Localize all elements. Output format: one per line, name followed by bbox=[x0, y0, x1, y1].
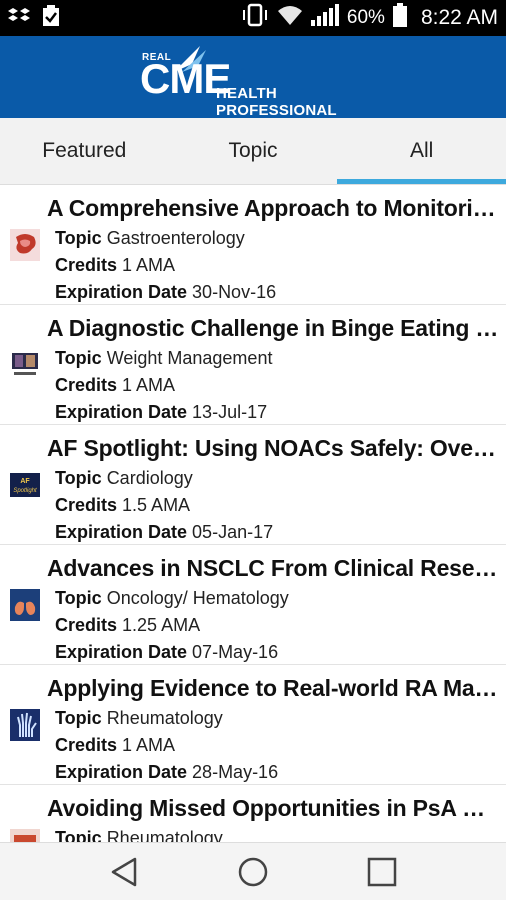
course-title: Applying Evidence to Real-world RA Manag… bbox=[47, 675, 499, 701]
battery-icon bbox=[392, 3, 407, 33]
credits-label: Credits bbox=[55, 615, 118, 635]
home-circle-icon bbox=[238, 857, 268, 886]
app-header: REAL CME HEALTH PROFESSIONAL bbox=[0, 36, 506, 119]
course-title: A Comprehensive Approach to Monitoring a… bbox=[47, 195, 499, 221]
logo-subtitle: HEALTH PROFESSIONAL bbox=[216, 85, 337, 119]
home-button[interactable] bbox=[231, 850, 275, 894]
credits-label: Credits bbox=[55, 375, 118, 395]
expiration-label: Expiration Date bbox=[55, 402, 188, 422]
credits-label: Credits bbox=[55, 255, 118, 275]
course-title: AF Spotlight: Using NOACs Safely: Overvi… bbox=[47, 435, 499, 461]
app-logo: REAL CME HEALTH PROFESSIONAL bbox=[140, 44, 380, 119]
topic-value: Rheumatology bbox=[106, 828, 223, 842]
credits-value: 1 AMA bbox=[122, 735, 176, 755]
navigation-bar bbox=[0, 842, 506, 900]
dropbox-icon bbox=[8, 7, 30, 30]
topic-label: Topic bbox=[55, 228, 102, 248]
signal-icon bbox=[310, 4, 339, 32]
list-item[interactable]: Avoiding Missed Opportunities in PsA Man… bbox=[0, 785, 506, 842]
psa-thumbnail-icon bbox=[10, 829, 40, 842]
expiration-value: 13-Jul-17 bbox=[192, 402, 268, 422]
credits-value: 1.25 AMA bbox=[122, 615, 201, 635]
course-title: Advances in NSCLC From Clinical Research bbox=[47, 555, 499, 581]
expiration-value: 07-May-16 bbox=[192, 642, 279, 662]
topic-label: Topic bbox=[55, 708, 102, 728]
back-button[interactable] bbox=[102, 850, 146, 894]
credits-value: 1 AMA bbox=[122, 255, 176, 275]
wifi-icon bbox=[277, 4, 303, 32]
list-item[interactable]: Advances in NSCLC From Clinical Research… bbox=[0, 545, 506, 665]
svg-text:Spotlight: Spotlight bbox=[13, 488, 37, 494]
expiration-label: Expiration Date bbox=[55, 762, 188, 782]
recent-square-icon bbox=[367, 857, 396, 886]
credits-value: 1.5 AMA bbox=[122, 495, 191, 515]
weight-thumbnail-icon bbox=[10, 349, 40, 381]
status-time: 8:22 AM bbox=[420, 6, 498, 29]
expiration-value: 05-Jan-17 bbox=[192, 522, 274, 542]
clipboard-check-icon bbox=[42, 4, 60, 32]
svg-text:AF: AF bbox=[20, 478, 30, 485]
course-title: A Diagnostic Challenge in Binge Eating D… bbox=[47, 315, 499, 341]
expiration-label: Expiration Date bbox=[55, 642, 188, 662]
credits-label: Credits bbox=[55, 495, 118, 515]
status-bar: 60% 8:22 AM bbox=[0, 0, 506, 36]
list-item[interactable]: Applying Evidence to Real-world RA Manag… bbox=[0, 665, 506, 785]
credits-label: Credits bbox=[55, 735, 118, 755]
tab-featured[interactable]: Featured bbox=[0, 118, 169, 184]
hand-xray-thumbnail-icon bbox=[10, 709, 40, 741]
back-triangle-icon bbox=[112, 857, 137, 886]
topic-value: Gastroenterology bbox=[106, 228, 245, 248]
tab-all[interactable]: All bbox=[337, 118, 506, 184]
recent-apps-button[interactable] bbox=[360, 850, 404, 894]
lungs-thumbnail-icon bbox=[10, 589, 40, 621]
vibrate-icon bbox=[241, 3, 269, 33]
battery-percent: 60% bbox=[346, 7, 385, 28]
list-item[interactable]: A Diagnostic Challenge in Binge Eating D… bbox=[0, 305, 506, 425]
list-item[interactable]: AF Spotlight AF Spotlight: Using NOACs S… bbox=[0, 425, 506, 545]
expiration-label: Expiration Date bbox=[55, 282, 188, 302]
expiration-label: Expiration Date bbox=[55, 522, 188, 542]
topic-label: Topic bbox=[55, 348, 102, 368]
tab-topic[interactable]: Topic bbox=[169, 118, 338, 184]
topic-value: Rheumatology bbox=[106, 708, 223, 728]
gi-thumbnail-icon bbox=[10, 229, 40, 261]
course-title: Avoiding Missed Opportunities in PsA Man… bbox=[47, 795, 499, 821]
expiration-value: 28-May-16 bbox=[192, 762, 279, 782]
expiration-value: 30-Nov-16 bbox=[192, 282, 277, 302]
topic-value: Weight Management bbox=[106, 348, 273, 368]
topic-label: Topic bbox=[55, 828, 102, 842]
topic-label: Topic bbox=[55, 468, 102, 488]
topic-value: Oncology/ Hematology bbox=[106, 588, 289, 608]
tab-bar: Featured Topic All bbox=[0, 118, 506, 185]
list-item[interactable]: A Comprehensive Approach to Monitoring a… bbox=[0, 185, 506, 305]
topic-label: Topic bbox=[55, 588, 102, 608]
course-list: A Comprehensive Approach to Monitoring a… bbox=[0, 185, 506, 842]
credits-value: 1 AMA bbox=[122, 375, 176, 395]
topic-value: Cardiology bbox=[106, 468, 193, 488]
af-spotlight-thumbnail-icon: AF Spotlight bbox=[10, 473, 40, 497]
